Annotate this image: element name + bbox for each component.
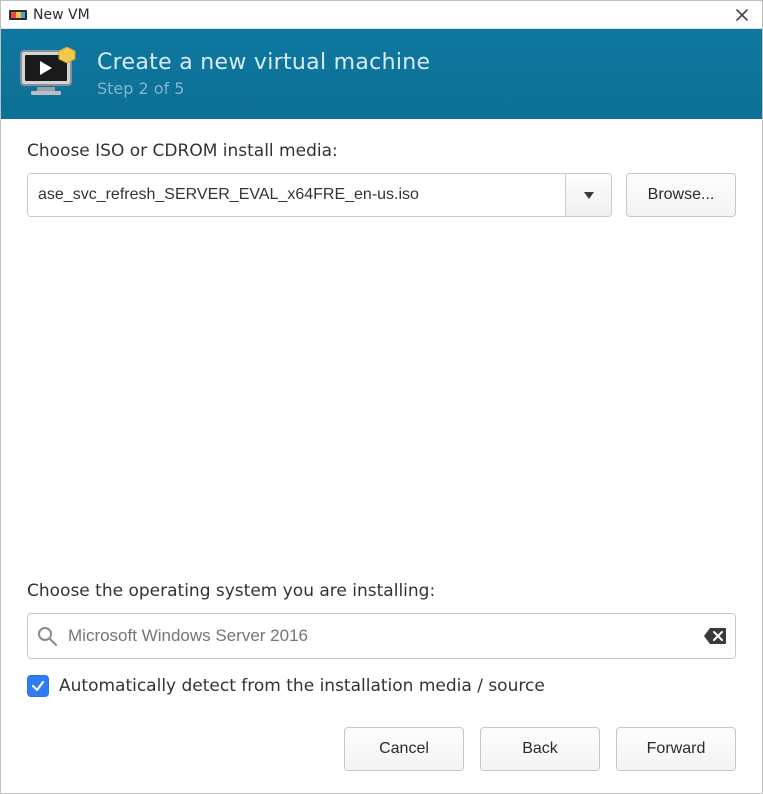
wizard-title: Create a new virtual machine xyxy=(97,50,430,75)
wizard-banner: Create a new virtual machine Step 2 of 5 xyxy=(1,29,762,119)
os-search-field[interactable] xyxy=(27,613,736,659)
window-title: New VM xyxy=(33,7,90,23)
autodetect-label: Automatically detect from the installati… xyxy=(59,676,545,696)
browse-button[interactable]: Browse... xyxy=(626,173,736,217)
iso-path-input[interactable] xyxy=(28,174,565,216)
check-icon xyxy=(30,678,46,694)
titlebar: New VM xyxy=(1,1,762,29)
wizard-titles: Create a new virtual machine Step 2 of 5 xyxy=(97,50,430,98)
virt-manager-logon-icon xyxy=(9,8,27,22)
os-label: Choose the operating system you are inst… xyxy=(27,581,736,601)
back-button[interactable]: Back xyxy=(480,727,600,771)
clear-search-button[interactable] xyxy=(703,626,727,646)
wizard-footer: Cancel Back Forward xyxy=(1,713,762,793)
autodetect-row: Automatically detect from the installati… xyxy=(27,675,736,697)
new-vm-icon xyxy=(19,47,79,101)
close-icon xyxy=(735,8,749,22)
iso-path-dropdown-button[interactable] xyxy=(565,174,611,216)
wizard-step: Step 2 of 5 xyxy=(97,79,430,98)
search-icon xyxy=(36,625,58,647)
cancel-button[interactable]: Cancel xyxy=(344,727,464,771)
autodetect-checkbox[interactable] xyxy=(27,675,49,697)
media-row: Browse... xyxy=(27,173,736,217)
forward-button[interactable]: Forward xyxy=(616,727,736,771)
new-vm-dialog: New VM Create a new virtual machine Step… xyxy=(0,0,763,794)
os-search-input[interactable] xyxy=(66,625,695,647)
media-label: Choose ISO or CDROM install media: xyxy=(27,141,736,161)
wizard-content: Choose ISO or CDROM install media: Brows… xyxy=(1,119,762,713)
backspace-icon xyxy=(703,626,727,646)
window-close-button[interactable] xyxy=(730,3,754,27)
chevron-down-icon xyxy=(582,188,596,202)
iso-path-combo[interactable] xyxy=(27,173,612,217)
